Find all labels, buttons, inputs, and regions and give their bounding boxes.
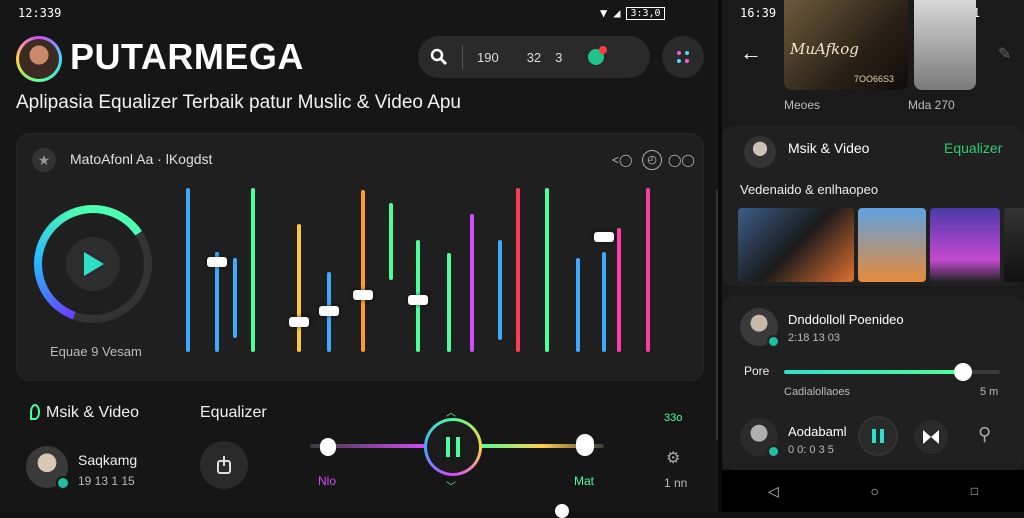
progress-fill	[784, 370, 964, 374]
section-avatar	[744, 136, 776, 168]
status-time-right: 16:39	[740, 6, 777, 20]
album-art-1-text: MuAfkog	[790, 40, 859, 58]
feature-label: Vedenaido & enlhaopeo	[740, 182, 879, 197]
progress-label: Pore	[744, 364, 770, 378]
eq-band-14[interactable]	[545, 188, 549, 352]
share-icon	[217, 456, 231, 474]
skip-button[interactable]	[914, 420, 948, 454]
now-playing-avatar	[740, 418, 780, 458]
eq-band-3[interactable]	[233, 258, 237, 338]
track-avatar	[740, 308, 780, 348]
eq-band-10[interactable]	[447, 253, 451, 352]
edit-icon[interactable]: ✎	[998, 44, 1011, 64]
system-nav-bar: ◁ ○ □	[722, 470, 1024, 512]
balance-right-thumb[interactable]	[576, 434, 594, 456]
pause-icon	[872, 429, 884, 443]
eq-band-7[interactable]	[361, 190, 365, 352]
eq-band-18[interactable]	[646, 188, 650, 352]
balance-right-label: Mat	[574, 474, 595, 488]
search-icon-small[interactable]: ⚲	[978, 424, 991, 445]
eq-band-8[interactable]	[389, 203, 393, 280]
chevron-up-icon[interactable]: ︿	[446, 404, 456, 419]
corner-value: 33o	[664, 412, 683, 424]
eq-band-5-knob[interactable]	[289, 317, 309, 328]
eq-band-12[interactable]	[498, 240, 502, 340]
video-thumb-3[interactable]	[930, 208, 1000, 282]
album-art-1-sub: 7OO66S3	[854, 74, 895, 84]
equalizer-link[interactable]: Equalizer	[944, 140, 1002, 156]
skip-icon	[923, 430, 939, 444]
user-meta: 19 13 1 15	[78, 474, 135, 488]
phone-pane: 16:39 ▼◢331 ← MuAfkog 7OO66S3 ✎ Meoes Md…	[722, 0, 1024, 512]
track-title: Dnddolloll Poenideo	[788, 312, 904, 327]
chevron-down-icon[interactable]: ﹀	[446, 478, 456, 493]
video-thumb-4[interactable]	[1004, 208, 1024, 282]
nav-home-icon[interactable]: ○	[871, 483, 879, 499]
card-caption-1: Meoes	[784, 98, 821, 112]
share-button[interactable]	[200, 441, 248, 489]
eq-band-13[interactable]	[516, 188, 520, 352]
settings-icon[interactable]: ⚙	[666, 448, 680, 468]
eq-band-5[interactable]	[297, 224, 301, 352]
section-title: Msik & Video	[788, 140, 870, 156]
pause-icon	[446, 437, 460, 457]
nav-recents-icon[interactable]: □	[971, 484, 978, 498]
eq-band-11[interactable]	[470, 214, 474, 352]
now-playing-title: Aodabaml	[788, 424, 847, 439]
album-art-1[interactable]: MuAfkog 7OO66S3	[784, 0, 908, 90]
corner-label: 1 nn	[664, 476, 688, 490]
card-caption-2: Mda 270	[908, 98, 955, 112]
leaf-icon	[30, 404, 40, 420]
scroll-handle[interactable]	[555, 504, 569, 518]
eq-band-4[interactable]	[251, 188, 255, 352]
track-meta: 2:18 13 03	[788, 332, 840, 344]
balance-left-label: Nlo	[318, 474, 337, 488]
back-arrow-icon[interactable]: ←	[740, 40, 762, 66]
eq-band-2[interactable]	[215, 252, 219, 352]
user-avatar[interactable]	[26, 446, 70, 490]
equalizer-label[interactable]: Equalizer	[200, 404, 267, 422]
eq-band-9-knob[interactable]	[408, 294, 428, 305]
album-art-2[interactable]	[914, 0, 976, 90]
eq-band-17[interactable]	[617, 228, 621, 352]
progress-end: 5 m	[980, 386, 999, 398]
video-thumb-2[interactable]	[858, 208, 926, 282]
eq-band-6-knob[interactable]	[319, 306, 339, 316]
now-playing-meta: 0 0: 0 3 5	[788, 444, 834, 456]
eq-band-15[interactable]	[576, 258, 580, 352]
eq-band-1[interactable]	[186, 188, 190, 352]
section-music-video[interactable]: Msik & Video	[46, 404, 139, 422]
pause-button[interactable]	[424, 418, 482, 476]
main-pane: 12:339 ▼ ◢ 3:3,0 PUTARMEGA Aplipasia Equ…	[0, 0, 719, 518]
balance-left-thumb[interactable]	[320, 438, 336, 456]
eq-slider-group	[0, 0, 718, 400]
pause-button-small[interactable]	[858, 416, 898, 456]
eq-band-16-knob[interactable]	[594, 232, 614, 243]
eq-band-2-knob[interactable]	[207, 256, 227, 267]
nav-back-icon[interactable]: ◁	[768, 483, 779, 500]
video-thumb-1[interactable]	[738, 208, 854, 282]
user-name: Saqkamg	[78, 452, 138, 468]
eq-band-16[interactable]	[602, 252, 606, 352]
eq-band-7-knob[interactable]	[353, 289, 373, 300]
progress-sub: Cadialollaoes	[784, 386, 851, 398]
